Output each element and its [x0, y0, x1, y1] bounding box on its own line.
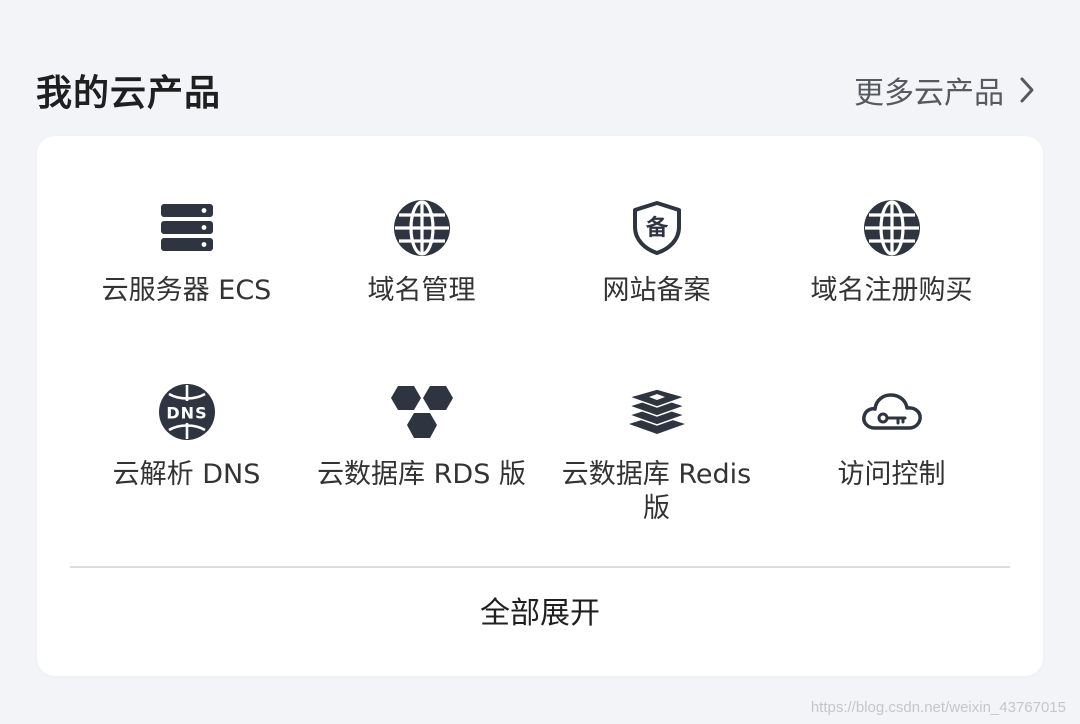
dns-icon: DNS [155, 380, 219, 444]
more-products-link[interactable]: 更多云产品 [854, 68, 1036, 112]
chevron-right-icon [1018, 76, 1036, 104]
product-label: 云服务器 ECS [101, 275, 272, 306]
product-label: 域名管理 [367, 275, 476, 306]
page-title: 我的云产品 [36, 73, 222, 114]
globe-icon [390, 196, 454, 260]
expand-all-button[interactable]: 全部展开 [37, 588, 1043, 632]
product-rds[interactable]: 云数据库 RDS 版 [304, 380, 539, 492]
product-dns[interactable]: DNS 云解析 DNS [69, 380, 304, 492]
product-access-control[interactable]: 访问控制 [774, 380, 1009, 492]
product-label: 网站备案 [602, 275, 711, 306]
product-label: 云数据库 Redis 版 [561, 459, 752, 524]
layers-icon [625, 380, 689, 444]
server-icon [155, 196, 219, 260]
product-ecs[interactable]: 云服务器 ECS [69, 196, 304, 308]
watermark: https://blog.csdn.net/weixin_43767015 [810, 699, 1066, 716]
globe-icon [860, 196, 924, 260]
products-card: 云服务器 ECS 域名管理 备 网站备案 域名注册购买 DNS 云解析 DNS … [37, 136, 1043, 676]
product-label: 访问控制 [837, 459, 946, 490]
products-grid: 云服务器 ECS 域名管理 备 网站备案 域名注册购买 DNS 云解析 DNS … [69, 136, 1011, 556]
product-domain-registration[interactable]: 域名注册购买 [774, 196, 1009, 308]
header: 我的云产品 更多云产品 [36, 58, 1036, 122]
cloud-key-icon [860, 380, 924, 444]
product-icp-filing[interactable]: 备 网站备案 [539, 196, 774, 308]
more-products-label: 更多云产品 [854, 76, 1004, 111]
product-label: 云数据库 RDS 版 [317, 459, 526, 490]
hexagons-icon [390, 380, 454, 444]
product-domain-management[interactable]: 域名管理 [304, 196, 539, 308]
product-label: 云解析 DNS [112, 459, 261, 490]
svg-text:备: 备 [644, 215, 668, 241]
svg-text:DNS: DNS [166, 404, 207, 423]
shield-bei-icon: 备 [625, 196, 689, 260]
product-redis[interactable]: 云数据库 Redis 版 [539, 380, 774, 526]
product-label: 域名注册购买 [810, 275, 973, 306]
divider [70, 566, 1010, 568]
